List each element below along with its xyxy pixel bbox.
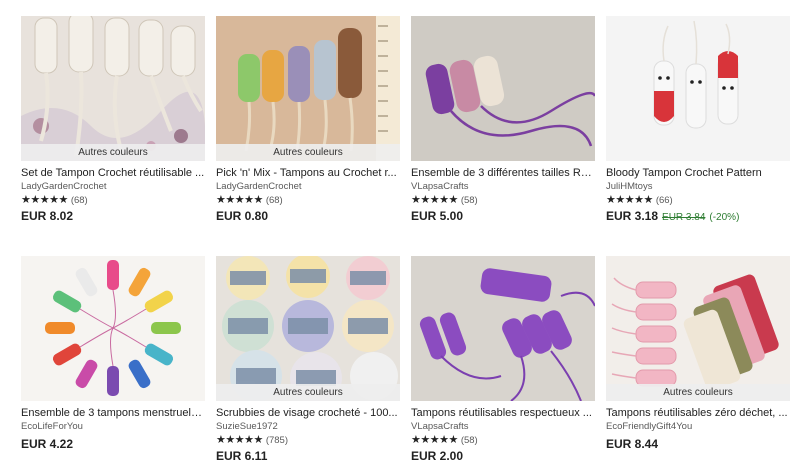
star-rating-icon: ★★★★★	[216, 434, 263, 446]
price: EUR 6.11	[216, 449, 268, 463]
listing-image[interactable]	[411, 16, 595, 161]
pink-crochet-tampons-photo	[606, 256, 790, 401]
price-row: EUR 5.00	[411, 209, 595, 224]
price: EUR 8.44	[606, 437, 659, 451]
rating: ★★★★★ (58)	[411, 194, 595, 207]
price: EUR 0.80	[216, 209, 269, 223]
more-colors-badge: Autres couleurs	[606, 384, 790, 401]
price: EUR 3.18	[606, 209, 659, 223]
star-rating-icon: ★★★★★	[411, 434, 458, 446]
face-scrubbies-photo	[216, 256, 400, 401]
review-count: (66)	[655, 195, 673, 206]
listing-image[interactable]	[411, 256, 595, 401]
listing-title[interactable]: Ensemble de 3 différentes tailles Ré...	[411, 166, 595, 180]
review-count: (785)	[265, 435, 288, 446]
listing-image[interactable]: Autres couleurs	[216, 16, 400, 161]
review-count: (68)	[265, 195, 283, 206]
shop-name[interactable]: EcoLifeForYou	[21, 421, 205, 433]
shop-name[interactable]: VLapsaCrafts	[411, 181, 595, 193]
listing-image[interactable]: Autres couleurs	[21, 16, 205, 161]
star-rating-icon: ★★★★★	[606, 194, 653, 206]
crochet-tampons-three-sizes-photo	[411, 16, 595, 161]
rating: ★★★★★ (785)	[216, 434, 400, 447]
listing-image[interactable]: Autres couleurs	[606, 256, 790, 401]
price: EUR 8.02	[21, 209, 74, 223]
price-row: EUR 3.18 EUR 3.84 (-20%)	[606, 209, 790, 225]
shop-name[interactable]: LadyGardenCrochet	[21, 181, 205, 193]
crochet-tampons-multicolor-photo	[216, 16, 400, 161]
star-rating-icon: ★★★★★	[21, 194, 68, 206]
listing-title[interactable]: Tampons réutilisables respectueux ...	[411, 406, 595, 420]
price: EUR 2.00	[411, 449, 464, 463]
review-count: (58)	[460, 195, 478, 206]
discount-percent: (-20%)	[709, 212, 740, 223]
shop-name[interactable]: SuzieSue1972	[216, 421, 400, 433]
crochet-tampon-set-photo	[21, 16, 205, 161]
more-colors-badge: Autres couleurs	[21, 144, 205, 161]
shop-name[interactable]: EcoFriendlyGift4You	[606, 421, 790, 433]
purple-crochet-tampons-photo	[411, 256, 595, 401]
review-count: (58)	[460, 435, 478, 446]
listing-card[interactable]: Ensemble de 3 tampons menstruels... EcoL…	[21, 256, 205, 452]
amigurumi-tampons-photo	[606, 16, 790, 161]
price-row: EUR 4.22	[21, 437, 205, 452]
listing-title[interactable]: Ensemble de 3 tampons menstruels...	[21, 406, 205, 420]
rating: ★★★★★ (68)	[21, 194, 205, 207]
listing-image[interactable]: Autres couleurs	[216, 256, 400, 401]
listing-card[interactable]: Bloody Tampon Crochet Pattern JuliHMtoys…	[606, 16, 790, 225]
more-colors-badge: Autres couleurs	[216, 384, 400, 401]
price-row: EUR 6.11	[216, 449, 400, 464]
listing-image[interactable]	[21, 256, 205, 401]
price-row: EUR 0.80	[216, 209, 400, 224]
listing-card[interactable]: Autres couleurs Tampons réutilisables zé…	[606, 256, 790, 452]
listing-title[interactable]: Tampons réutilisables zéro déchet, ...	[606, 406, 790, 420]
shop-name[interactable]: LadyGardenCrochet	[216, 181, 400, 193]
star-rating-icon: ★★★★★	[411, 194, 458, 206]
rating: ★★★★★ (66)	[606, 194, 790, 207]
rating: ★★★★★ (68)	[216, 194, 400, 207]
more-colors-badge: Autres couleurs	[216, 144, 400, 161]
rating: ★★★★★ (58)	[411, 434, 595, 447]
review-count: (68)	[70, 195, 88, 206]
original-price: EUR 3.84	[662, 212, 706, 223]
listing-title[interactable]: Bloody Tampon Crochet Pattern	[606, 166, 790, 180]
price-row: EUR 8.02	[21, 209, 205, 224]
listing-card[interactable]: Ensemble de 3 différentes tailles Ré... …	[411, 16, 595, 224]
listing-title[interactable]: Scrubbies de visage crocheté - 100...	[216, 406, 400, 420]
listing-title[interactable]: Set de Tampon Crochet réutilisable ...	[21, 166, 205, 180]
listing-title[interactable]: Pick 'n' Mix - Tampons au Crochet r...	[216, 166, 400, 180]
crochet-tampons-circle-photo	[21, 256, 205, 401]
listing-card[interactable]: Tampons réutilisables respectueux ... VL…	[411, 256, 595, 464]
listing-card[interactable]: Autres couleurs Scrubbies de visage croc…	[216, 256, 400, 464]
price: EUR 4.22	[21, 437, 74, 451]
shop-name[interactable]: JuliHMtoys	[606, 181, 790, 193]
listing-card[interactable]: Autres couleurs Pick 'n' Mix - Tampons a…	[216, 16, 400, 224]
shop-name[interactable]: VLapsaCrafts	[411, 421, 595, 433]
listing-image[interactable]	[606, 16, 790, 161]
star-rating-icon: ★★★★★	[216, 194, 263, 206]
listing-grid: Autres couleurs Set de Tampon Crochet ré…	[0, 0, 800, 475]
price-row: EUR 8.44	[606, 437, 790, 452]
price-row: EUR 2.00	[411, 449, 595, 464]
price: EUR 5.00	[411, 209, 464, 223]
listing-card[interactable]: Autres couleurs Set de Tampon Crochet ré…	[21, 16, 205, 224]
